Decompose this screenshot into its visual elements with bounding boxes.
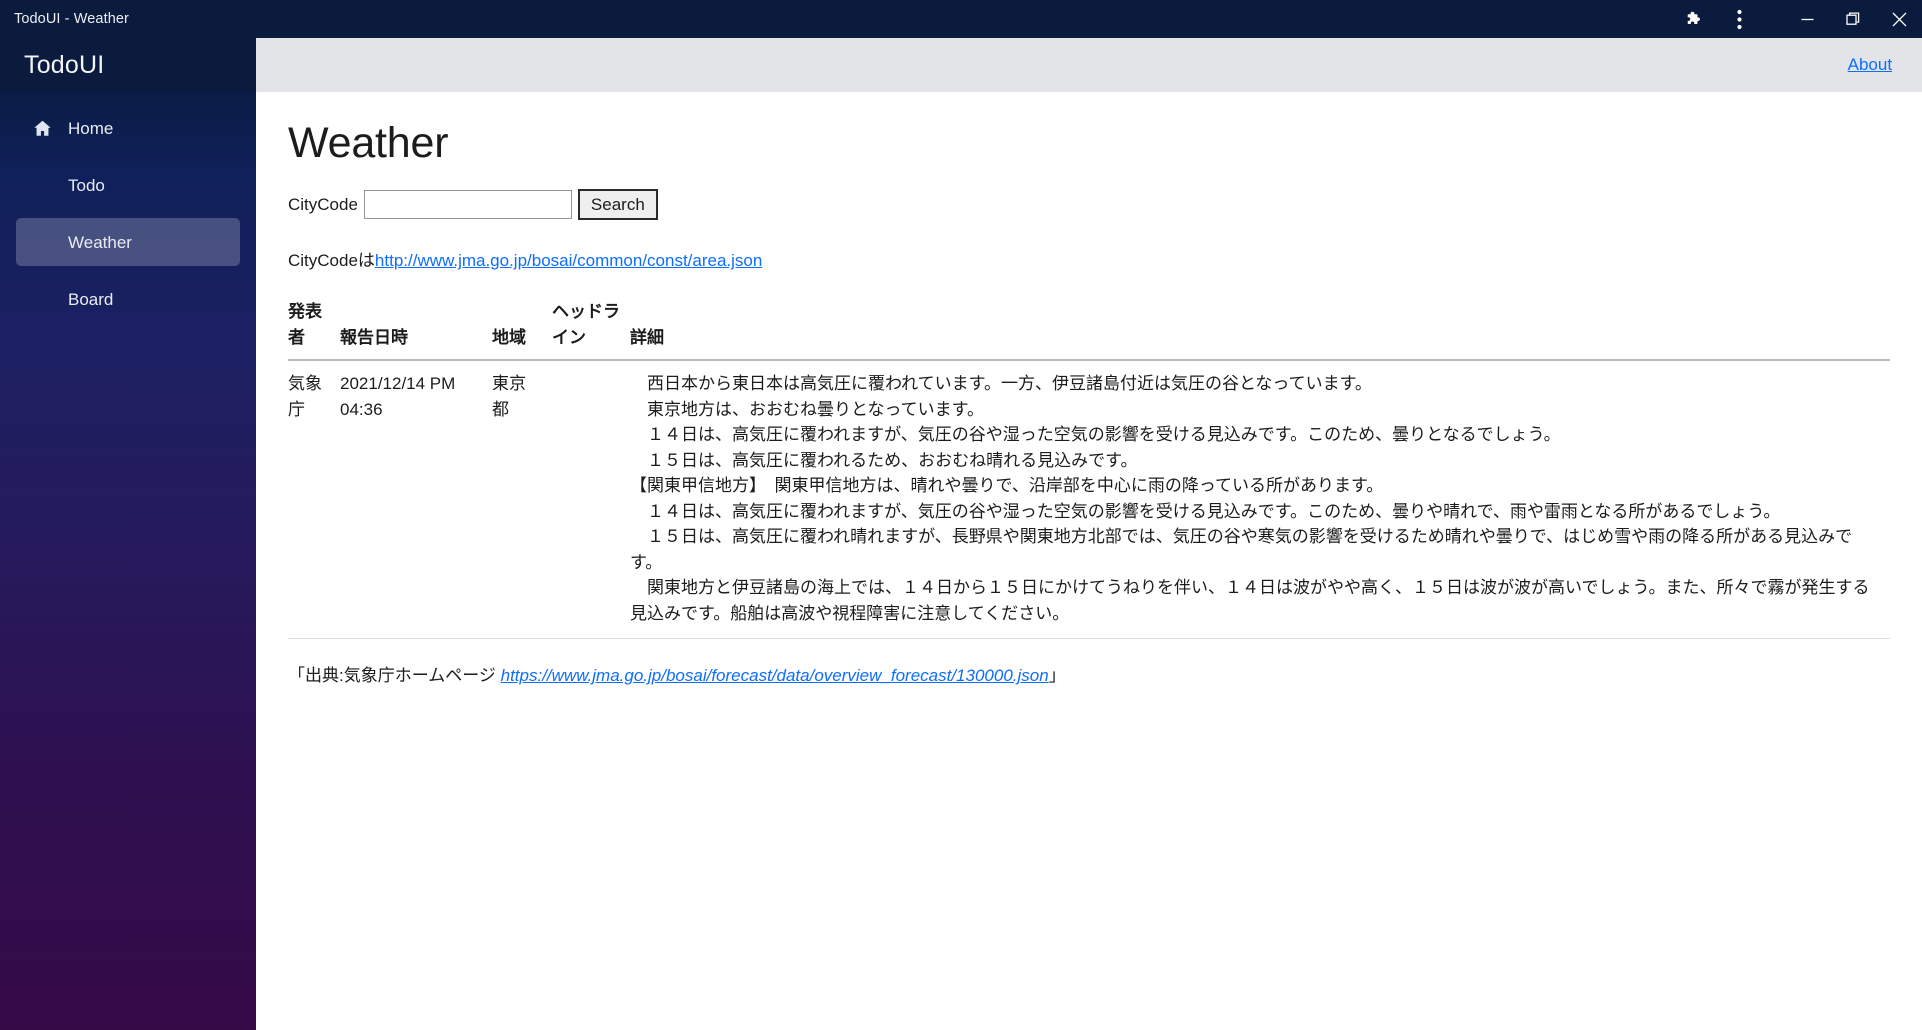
citycode-label: CityCode (288, 194, 358, 214)
sidebar-item-weather-label: Weather (68, 232, 132, 252)
minimize-icon[interactable] (1784, 0, 1830, 38)
sidebar-brand-label: TodoUI (24, 50, 105, 79)
cell-datetime: 2021/12/14 PM 04:36 (340, 360, 492, 640)
page-title: Weather (288, 119, 449, 167)
table-row: 気象庁 2021/12/14 PM 04:36 東京都 西日本から東日本は高気圧… (288, 360, 1891, 640)
title-bar: TodoUI - Weather (0, 0, 1922, 38)
sidebar-nav: Home Todo Weather Board (0, 92, 256, 332)
source-note-link[interactable]: https://www.jma.go.jp/bosai/forecast/dat… (501, 666, 1049, 685)
sidebar-item-todo-label: Todo (68, 175, 105, 195)
source-note-suffix: 」 (1048, 666, 1066, 686)
cell-area: 東京都 (492, 360, 552, 640)
search-row: CityCode Search (288, 189, 1890, 221)
window-title: TodoUI - Weather (14, 11, 129, 27)
sidebar-item-todo[interactable]: Todo (16, 161, 240, 209)
top-bar: About (256, 38, 1922, 92)
titlebar-divider (1762, 0, 1784, 38)
citycode-source-link[interactable]: http://www.jma.go.jp/bosai/common/const/… (375, 251, 762, 270)
citycode-source-line: CityCodeはhttp://www.jma.go.jp/bosai/comm… (288, 246, 1890, 271)
weather-table-body: 気象庁 2021/12/14 PM 04:36 東京都 西日本から東日本は高気圧… (288, 360, 1891, 640)
maximize-icon[interactable] (1830, 0, 1876, 38)
cell-publisher: 気象庁 (288, 360, 340, 640)
citycode-input[interactable] (363, 190, 572, 220)
sidebar-item-board-label: Board (68, 289, 114, 309)
weather-table: 発表者 報告日時 地域 ヘッドライン 詳細 気象庁 2021/12/14 PM … (288, 299, 1891, 640)
column-header-datetime: 報告日時 (340, 299, 492, 362)
search-button[interactable]: Search (577, 189, 658, 221)
cell-headline (552, 360, 630, 640)
puzzle-piece-icon[interactable] (1670, 0, 1716, 38)
app-window: TodoUI - Weather TodoUI Home Todo Weathe… (0, 0, 1922, 1030)
cell-detail: 西日本から東日本は高気圧に覆われています。一方、伊豆諸島付近は気圧の谷となってい… (630, 360, 1891, 640)
sidebar-item-home-label: Home (68, 118, 114, 138)
sidebar-item-home[interactable]: Home (16, 104, 240, 152)
home-icon (32, 118, 58, 139)
three-dots-vertical-icon[interactable] (1716, 0, 1762, 38)
sidebar: TodoUI Home Todo Weather Board (0, 38, 256, 1030)
sidebar-item-board[interactable]: Board (16, 275, 240, 323)
page-content: Weather CityCode Search CityCodeはhttp://… (256, 92, 1922, 1030)
weather-table-head: 発表者 報告日時 地域 ヘッドライン 詳細 (288, 299, 1891, 362)
citycode-source-prefix: CityCodeは (288, 251, 375, 271)
column-header-detail: 詳細 (630, 299, 1891, 362)
sidebar-brand[interactable]: TodoUI (0, 38, 256, 92)
column-header-publisher: 発表者 (288, 299, 340, 362)
source-note-prefix: 「出典:気象庁ホームページ (288, 666, 501, 686)
column-header-headline: ヘッドライン (552, 299, 630, 362)
table-header-row: 発表者 報告日時 地域 ヘッドライン 詳細 (288, 299, 1891, 362)
main-area: About Weather CityCode Search CityCodeはh… (256, 38, 1922, 1030)
sidebar-item-weather[interactable]: Weather (16, 218, 240, 266)
window-body: TodoUI Home Todo Weather Board About Wea… (0, 38, 1922, 1030)
close-icon[interactable] (1876, 0, 1922, 38)
column-header-area: 地域 (492, 299, 552, 362)
source-note: 「出典:気象庁ホームページ https://www.jma.go.jp/bosa… (288, 661, 1890, 686)
about-link[interactable]: About (1848, 55, 1892, 75)
